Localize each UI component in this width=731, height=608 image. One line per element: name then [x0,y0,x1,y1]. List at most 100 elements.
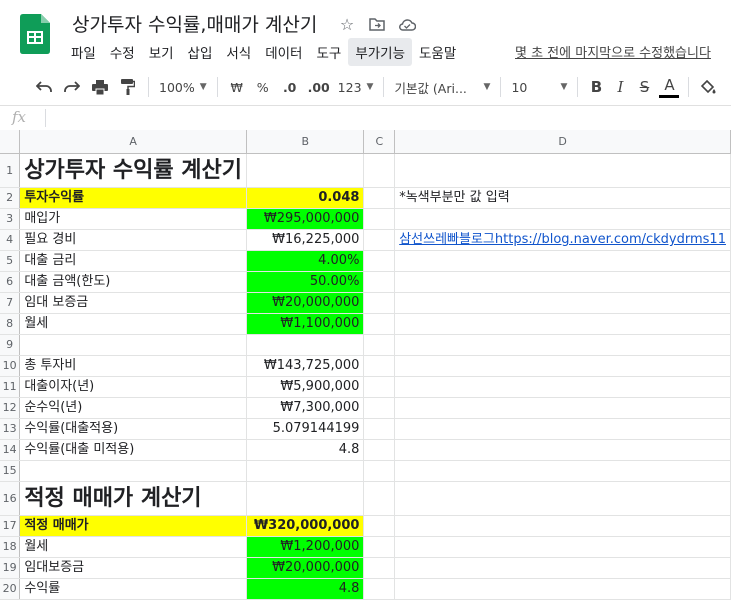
cell-b[interactable]: 4.8 [246,578,365,600]
row-header[interactable]: 6 [0,271,21,293]
bold-button[interactable]: B [584,74,608,100]
cell-d[interactable] [394,460,731,482]
cell-c[interactable] [363,153,396,188]
cell-c[interactable] [363,536,396,558]
cell-a[interactable]: 적정 매매가 [19,515,248,537]
redo-icon[interactable] [58,74,86,100]
cell-b[interactable]: ₩5,900,000 [246,376,365,398]
row-header[interactable]: 18 [0,536,21,558]
cell-d[interactable] [394,292,731,314]
cell-a[interactable]: 임대 보증금 [19,292,248,314]
column-header-c[interactable]: C [363,130,396,154]
cell-d[interactable] [394,250,731,272]
cell-a[interactable]: 필요 경비 [19,229,248,251]
sheets-logo-icon[interactable] [20,14,50,54]
cell-b[interactable]: ₩7,300,000 [246,397,365,419]
cell-a[interactable] [19,460,248,482]
row-header[interactable]: 12 [0,397,21,419]
cell-c[interactable] [363,208,396,230]
cell-a[interactable] [19,334,248,356]
cell-d[interactable] [394,355,731,377]
cell-d[interactable] [394,334,731,356]
cell-c[interactable] [363,334,396,356]
menu-tools[interactable]: 도구 [309,38,348,66]
menu-addons[interactable]: 부가기능 [348,38,413,66]
cell-b[interactable]: ₩16,225,000 [246,229,365,251]
cell-c[interactable] [363,481,396,516]
cell-a[interactable]: 월세 [19,313,248,335]
cell-b[interactable]: 0.048 [246,187,365,209]
cell-c[interactable] [363,397,396,419]
cell-c[interactable] [363,292,396,314]
menu-edit[interactable]: 수정 [103,38,142,66]
cell-a[interactable]: 순수익(년) [19,397,248,419]
cell-d[interactable] [394,536,731,558]
cell-b[interactable]: ₩320,000,000 [246,515,365,537]
menu-insert[interactable]: 삽입 [181,38,220,66]
cell-c[interactable] [363,313,396,335]
cell-d[interactable] [394,153,731,188]
column-header-b[interactable]: B [246,130,365,154]
cell-a[interactable]: 적정 매매가 계산기 [19,481,248,516]
row-header[interactable]: 14 [0,439,21,461]
cell-d[interactable] [394,376,731,398]
row-header[interactable]: 1 [0,153,21,188]
row-header[interactable]: 11 [0,376,21,398]
last-edit-link[interactable]: 몇 초 전에 마지막으로 수정했습니다 [515,42,711,61]
row-header[interactable]: 4 [0,229,21,251]
cell-a[interactable]: 매입가 [19,208,248,230]
cell-d[interactable]: *녹색부분만 값 입력 [394,187,731,209]
cell-b[interactable] [246,334,365,356]
font-select[interactable]: 기본값 (Ari... ▼ [390,74,494,100]
more-formats-select[interactable]: 123 ▼ [334,74,378,100]
row-header[interactable]: 3 [0,208,21,230]
cell-c[interactable] [363,578,396,600]
row-header[interactable]: 5 [0,250,21,272]
cell-a[interactable]: 총 투자비 [19,355,248,377]
menu-view[interactable]: 보기 [142,38,181,66]
cell-a[interactable]: 대출 금리 [19,250,248,272]
cell-c[interactable] [363,418,396,440]
doc-title[interactable]: 상가투자 수익률,매매가 계산기 [72,10,317,37]
cell-c[interactable] [363,439,396,461]
cell-b[interactable]: ₩143,725,000 [246,355,365,377]
cell-c[interactable] [363,250,396,272]
cell-b[interactable]: ₩1,200,000 [246,536,365,558]
row-header[interactable]: 8 [0,313,21,335]
text-color-button[interactable]: A [656,74,682,100]
cell-b[interactable]: 5.079144199 [246,418,365,440]
row-header[interactable]: 7 [0,292,21,314]
cell-b[interactable]: ₩20,000,000 [246,292,365,314]
cell-d[interactable]: 삼선쓰레빠블로그https://blog.naver.com/ckdydrms1… [394,229,731,251]
cell-a[interactable]: 대출 금액(한도) [19,271,248,293]
cell-b[interactable] [246,481,365,516]
decrease-decimal-button[interactable]: .0 [276,74,304,100]
row-header[interactable]: 16 [0,481,21,516]
strikethrough-button[interactable]: S [632,74,656,100]
menu-help[interactable]: 도움말 [412,38,463,66]
cell-b[interactable]: ₩295,000,000 [246,208,365,230]
cell-d[interactable] [394,481,731,516]
menu-data[interactable]: 데이터 [258,38,309,66]
font-size-select[interactable]: 10 ▼ [507,74,571,100]
cell-a[interactable]: 대출이자(년) [19,376,248,398]
row-header[interactable]: 2 [0,187,21,209]
cell-d[interactable] [394,515,731,537]
row-header[interactable]: 20 [0,578,21,600]
cell-d[interactable] [394,313,731,335]
cell-c[interactable] [363,557,396,579]
cell-b[interactable]: ₩1,100,000 [246,313,365,335]
cloud-status-icon[interactable] [396,13,418,35]
cell-c[interactable] [363,229,396,251]
cell-d[interactable] [394,418,731,440]
menu-file[interactable]: 파일 [64,38,103,66]
row-header[interactable]: 10 [0,355,21,377]
cell-d[interactable] [394,557,731,579]
row-header[interactable]: 13 [0,418,21,440]
cell-c[interactable] [363,515,396,537]
cell-b[interactable] [246,153,365,188]
cell-d[interactable] [394,397,731,419]
column-header-d[interactable]: D [394,130,731,154]
print-icon[interactable] [86,74,114,100]
cell-b[interactable]: 4.00% [246,250,365,272]
